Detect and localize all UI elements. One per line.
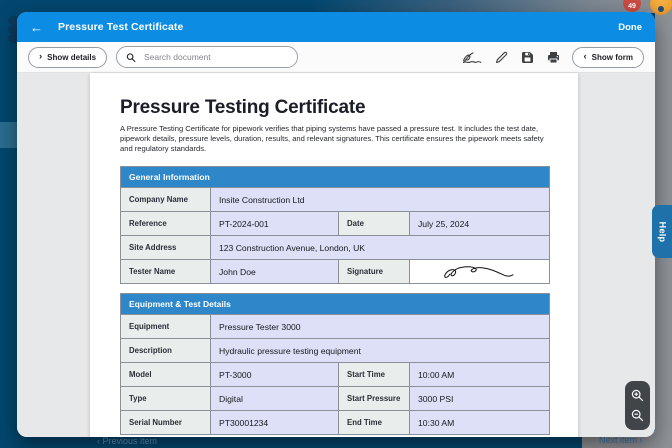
chevron-left-icon: ‹ xyxy=(583,52,586,62)
field-value: 10:00 AM xyxy=(410,363,550,386)
done-button[interactable]: Done xyxy=(618,22,642,33)
toolbar-icon-group xyxy=(462,50,560,65)
field-label: Equipment xyxy=(121,315,211,338)
screen: 49 ‹ Previous item Next item › ← Pressur… xyxy=(0,0,672,448)
field-value: Digital xyxy=(211,387,339,410)
field-label: Start Pressure xyxy=(339,387,410,410)
signature-scribble xyxy=(442,262,518,282)
zoom-in-icon[interactable] xyxy=(631,389,644,402)
field-label: Site Address xyxy=(121,236,211,259)
field-label: End Time xyxy=(339,411,410,434)
field-label: Type xyxy=(121,387,211,410)
field-label: Signature xyxy=(339,260,410,283)
show-details-button[interactable]: › Show details xyxy=(28,47,107,68)
certificate-description: A Pressure Testing Certificate for pipew… xyxy=(120,124,551,154)
field-value: July 25, 2024 xyxy=(410,212,550,235)
field-value: PT-2024-001 xyxy=(211,212,339,235)
equipment-test-details-table: Equipment & Test Details Equipment Press… xyxy=(120,293,550,435)
field-label: Reference xyxy=(121,212,211,235)
table-row: Equipment Pressure Tester 3000 xyxy=(120,314,550,338)
field-value: PT30001234 xyxy=(211,411,339,434)
signature-cell xyxy=(410,260,550,283)
modal-header: ← Pressure Test Certificate Done xyxy=(17,12,655,42)
field-value: Pressure Tester 3000 xyxy=(211,315,550,338)
previous-item-link[interactable]: ‹ Previous item xyxy=(97,436,157,446)
table-row: Site Address 123 Construction Avenue, Lo… xyxy=(120,235,550,259)
field-label: Start Time xyxy=(339,363,410,386)
modal-title: Pressure Test Certificate xyxy=(58,21,183,33)
zoom-out-icon[interactable] xyxy=(631,409,644,422)
table-section-header: Equipment & Test Details xyxy=(120,293,550,314)
table-row: Company Name Insite Construction Ltd xyxy=(120,187,550,211)
field-label: Description xyxy=(121,339,211,362)
field-value: John Doe xyxy=(211,260,339,283)
field-label: Company Name xyxy=(121,188,211,211)
document-toolbar: › Show details xyxy=(17,42,655,73)
help-tab[interactable]: Help xyxy=(652,205,672,258)
table-row: Model PT-3000 Start Time 10:00 AM xyxy=(120,362,550,386)
field-value: 123 Construction Avenue, London, UK xyxy=(211,236,550,259)
signature-icon[interactable] xyxy=(462,50,482,65)
edit-pencil-icon[interactable] xyxy=(495,51,508,64)
table-section-header: General Information xyxy=(120,166,550,187)
zoom-controls xyxy=(625,381,650,430)
print-icon[interactable] xyxy=(547,51,560,64)
table-row: Reference PT-2024-001 Date July 25, 2024 xyxy=(120,211,550,235)
back-arrow-icon[interactable]: ← xyxy=(30,21,43,34)
field-value: Insite Construction Ltd xyxy=(211,188,550,211)
certificate-modal: ← Pressure Test Certificate Done › Show … xyxy=(17,12,655,437)
field-label: Serial Number xyxy=(121,411,211,434)
field-value: 10:30 AM xyxy=(410,411,550,434)
certificate-page: Pressure Testing Certificate A Pressure … xyxy=(90,73,578,437)
page-title: Pressure Testing Certificate xyxy=(120,97,550,119)
search-input[interactable] xyxy=(142,51,288,63)
field-label: Tester Name xyxy=(121,260,211,283)
search-input-container[interactable] xyxy=(116,46,298,68)
field-value: PT-3000 xyxy=(211,363,339,386)
field-value: Hydraulic pressure testing equipment xyxy=(211,339,550,362)
chevron-right-icon: › xyxy=(39,52,42,62)
table-row: Type Digital Start Pressure 3000 PSI xyxy=(120,386,550,410)
table-row: Description Hydraulic pressure testing e… xyxy=(120,338,550,362)
general-information-table: General Information Company Name Insite … xyxy=(120,166,550,284)
field-value: 3000 PSI xyxy=(410,387,550,410)
background-nav-highlight xyxy=(0,122,18,148)
show-form-button[interactable]: ‹ Show form xyxy=(572,47,644,68)
field-label: Date xyxy=(339,212,410,235)
document-viewer: Pressure Testing Certificate A Pressure … xyxy=(17,73,655,437)
table-row: Serial Number PT30001234 End Time 10:30 … xyxy=(120,410,550,434)
field-label: Model xyxy=(121,363,211,386)
search-icon xyxy=(126,52,136,63)
table-row: Tester Name John Doe Signature xyxy=(120,259,550,283)
save-icon[interactable] xyxy=(521,51,534,64)
